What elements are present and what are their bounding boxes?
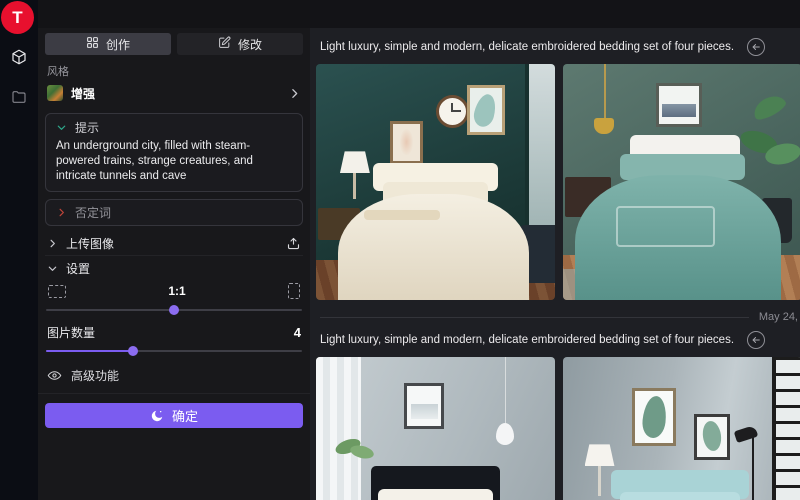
- upload-image-row[interactable]: 上传图像: [45, 231, 303, 256]
- wall-clock: [436, 95, 469, 128]
- confirm-button[interactable]: 确定: [45, 403, 303, 428]
- landscape-ratio-icon[interactable]: [48, 285, 66, 298]
- art-frame: [390, 121, 423, 164]
- nav-rail: T: [0, 0, 38, 500]
- date-divider-row: May 24,: [320, 307, 798, 327]
- arrow-left-circle-icon[interactable]: [747, 331, 765, 349]
- tab-create[interactable]: 创作: [45, 33, 171, 55]
- folder-icon[interactable]: [11, 89, 27, 105]
- avatar[interactable]: T: [1, 1, 34, 34]
- lamp-stem: [353, 173, 356, 199]
- tab-modify-label: 修改: [238, 36, 262, 53]
- table-lamp: [585, 444, 615, 466]
- generated-image-3[interactable]: [316, 357, 555, 500]
- art-frame: [656, 83, 702, 127]
- eye-icon: [47, 368, 62, 383]
- window: [525, 64, 555, 234]
- style-thumbnail: [47, 85, 63, 101]
- cube-icon[interactable]: [10, 48, 28, 66]
- top-bar: [310, 0, 800, 28]
- aspect-ratio-row: 1:1: [45, 283, 303, 299]
- art-frame: [632, 388, 676, 446]
- chevron-right-icon: [288, 87, 301, 100]
- generated-image-1[interactable]: [316, 64, 555, 300]
- tab-create-label: 创作: [106, 36, 130, 53]
- art-frame: [694, 414, 730, 460]
- image-count-label: 图片数量: [47, 324, 95, 341]
- pillows-front: [620, 492, 740, 500]
- app-window: T 创作: [0, 0, 800, 500]
- advanced-features-label: 高级功能: [71, 367, 119, 384]
- portrait-ratio-icon[interactable]: [288, 283, 300, 299]
- grid-icon: [86, 36, 99, 52]
- tab-modify[interactable]: 修改: [177, 33, 303, 55]
- prompt-input[interactable]: An underground city, filled with steam-p…: [56, 139, 292, 184]
- generated-image-2[interactable]: [563, 64, 800, 300]
- mode-tabs: 创作 修改: [45, 33, 303, 55]
- floor-lamp-stem: [752, 437, 754, 500]
- negative-box[interactable]: 否定词: [45, 199, 303, 226]
- confirm-button-label: 确定: [172, 406, 198, 425]
- window: [772, 357, 800, 500]
- pendant-cord: [604, 64, 606, 121]
- chevron-down-icon: [47, 263, 58, 274]
- lamp-stem: [598, 466, 601, 496]
- upload-icon[interactable]: [286, 236, 301, 251]
- chevron-down-icon: [56, 122, 67, 133]
- curtain: [316, 357, 361, 500]
- duvet-trim: [364, 210, 440, 219]
- generation-group-header: Light luxury, simple and modern, delicat…: [316, 36, 800, 58]
- settings-label: 设置: [66, 260, 90, 277]
- slider-fill: [46, 350, 133, 352]
- advanced-features-row[interactable]: 高级功能: [45, 367, 303, 383]
- prompt-box[interactable]: 提示 An underground city, filled with stea…: [45, 113, 303, 192]
- confirm-section: 确定: [38, 393, 310, 428]
- generation-prompt-text: Light luxury, simple and modern, delicat…: [320, 41, 734, 53]
- style-section-label: 风格: [47, 63, 301, 79]
- settings-header[interactable]: 设置: [45, 260, 303, 276]
- style-value: 增强: [71, 85, 288, 102]
- prompt-header[interactable]: 提示: [56, 121, 292, 134]
- generation-group-header: Light luxury, simple and modern, delicat…: [316, 329, 800, 351]
- generation-gallery[interactable]: Light luxury, simple and modern, delicat…: [310, 28, 800, 500]
- generated-image-4[interactable]: [563, 357, 800, 500]
- generation-row: [316, 357, 800, 500]
- generation-row: [316, 64, 800, 300]
- main-area: Light luxury, simple and modern, delicat…: [310, 0, 800, 500]
- prompt-label: 提示: [75, 119, 99, 136]
- aspect-ratio-slider[interactable]: [46, 303, 302, 317]
- sidebar: 创作 修改 风格 增强: [38, 0, 310, 500]
- pendant-cord: [505, 357, 506, 425]
- image-count-slider[interactable]: [46, 344, 302, 358]
- aspect-ratio-value: 1:1: [168, 284, 185, 298]
- style-selector[interactable]: 增强: [45, 82, 303, 104]
- image-count-value: 4: [294, 325, 301, 340]
- art-frame: [404, 383, 444, 429]
- pillows-back: [378, 489, 493, 500]
- divider: [320, 317, 749, 318]
- date-label: May 24,: [759, 311, 798, 323]
- edit-icon: [218, 36, 231, 52]
- plant: [333, 437, 377, 471]
- sidebar-top-strip: [38, 0, 310, 28]
- slider-thumb[interactable]: [128, 346, 138, 356]
- duvet-stitch: [616, 206, 716, 248]
- negative-label: 否定词: [75, 204, 111, 221]
- upload-label: 上传图像: [66, 235, 278, 252]
- image-count-row: 图片数量 4: [45, 325, 303, 340]
- crescent-moon-icon: [150, 409, 164, 423]
- generation-prompt-text: Light luxury, simple and modern, delicat…: [320, 334, 734, 346]
- table-lamp: [340, 151, 370, 173]
- chevron-right-icon: [56, 207, 67, 218]
- art-frame: [467, 85, 505, 135]
- arrow-left-circle-icon[interactable]: [747, 38, 765, 56]
- slider-thumb[interactable]: [169, 305, 179, 315]
- chevron-right-icon: [47, 238, 58, 249]
